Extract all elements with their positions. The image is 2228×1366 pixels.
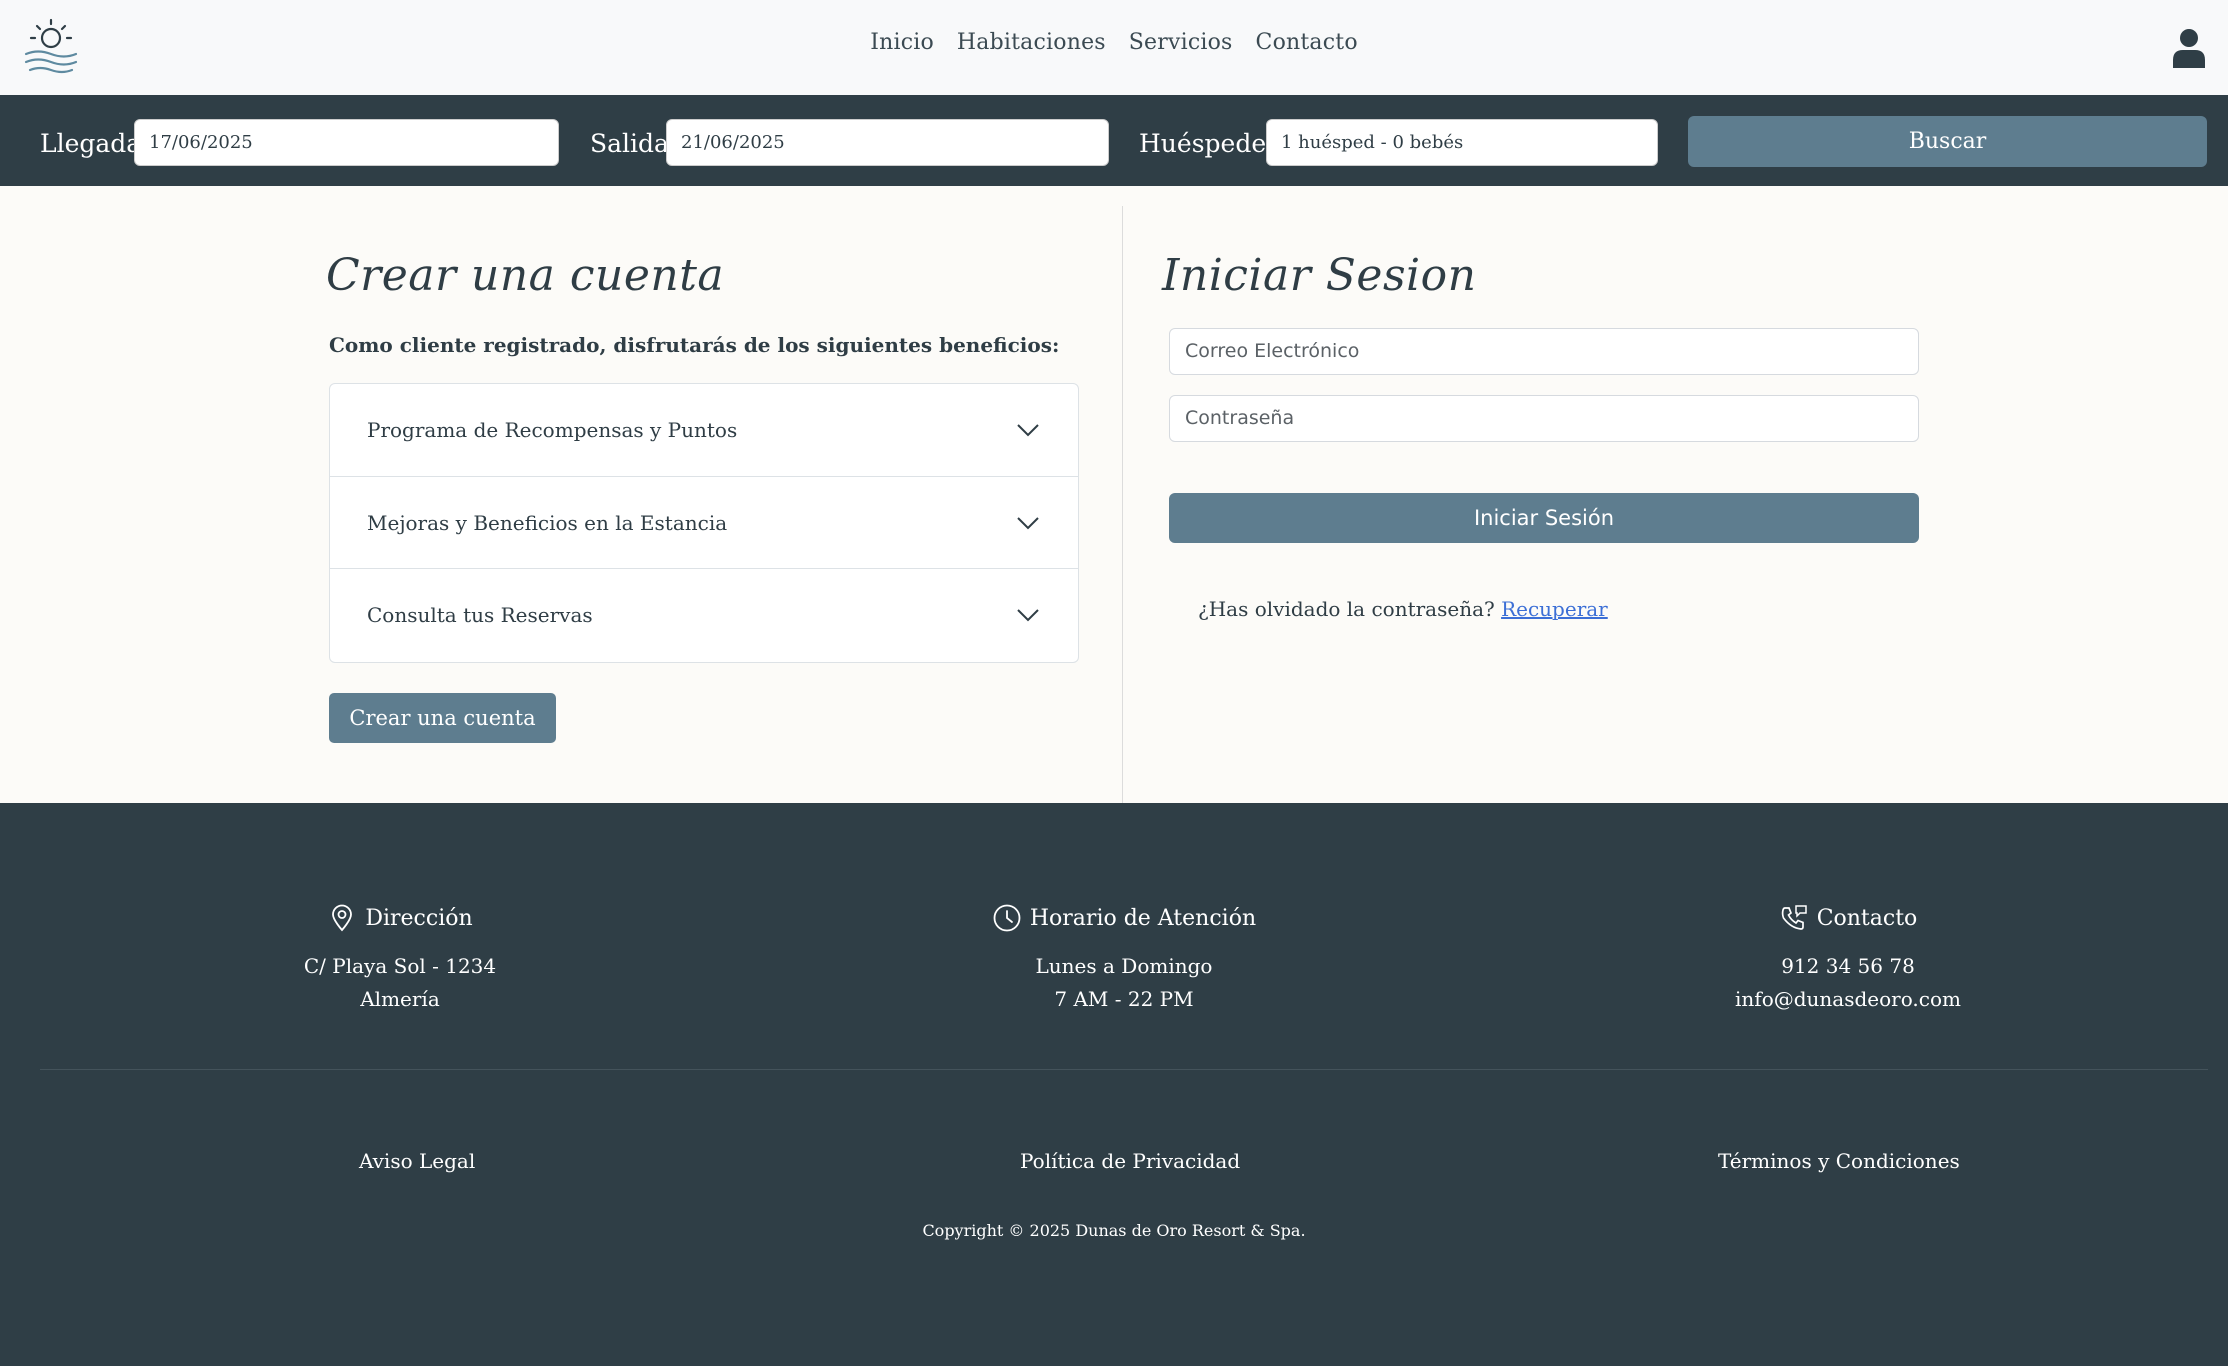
benefits-intro: Como cliente registrado, disfrutarás de … xyxy=(329,333,1060,357)
nav-inicio[interactable]: Inicio xyxy=(870,30,934,55)
hours-line-2: 7 AM - 22 PM xyxy=(1054,987,1194,1011)
accordion-item-label: Mejoras y Beneficios en la Estancia xyxy=(367,510,728,535)
arrival-label: Llegada xyxy=(40,129,142,158)
chevron-down-icon xyxy=(1017,516,1039,529)
privacy-policy-link[interactable]: Política de Privacidad xyxy=(1020,1149,1240,1173)
footer-divider xyxy=(40,1069,2208,1070)
password-field[interactable]: Contraseña xyxy=(1169,395,1919,442)
section-divider xyxy=(1122,206,1123,826)
address-line-2: Almería xyxy=(360,987,440,1011)
accordion-item-label: Consulta tus Reservas xyxy=(367,603,593,627)
main-nav: Inicio Habitaciones Servicios Contacto xyxy=(0,30,2228,55)
create-account-title: Crear una cuenta xyxy=(326,250,725,301)
accordion-item-rewards[interactable]: Programa de Recompensas y Puntos xyxy=(330,384,1078,477)
login-title: Iniciar Sesion xyxy=(1162,250,1477,301)
contact-phone[interactable]: 912 34 56 78 xyxy=(1688,955,2008,978)
benefits-accordion: Programa de Recompensas y Puntos Mejoras… xyxy=(329,383,1079,663)
footer-contact: Contacto 912 34 56 78 info@dunasdeoro.co… xyxy=(1688,903,2008,1011)
nav-servicios[interactable]: Servicios xyxy=(1129,30,1233,55)
chevron-down-icon xyxy=(1017,609,1039,622)
address-line-1: C/ Playa Sol - 1234 xyxy=(303,954,497,978)
hours-title: Horario de Atención xyxy=(1029,905,1257,931)
create-account-button[interactable]: Crear una cuenta xyxy=(329,693,556,743)
legal-notice-link[interactable]: Aviso Legal xyxy=(359,1149,475,1173)
footer-address: Dirección C/ Playa Sol - 1234 Almería xyxy=(260,903,540,1011)
nav-habitaciones[interactable]: Habitaciones xyxy=(957,30,1106,55)
guests-label: Huéspedes xyxy=(1139,129,1279,158)
hours-line-1: Lunes a Domingo xyxy=(1035,954,1213,978)
nav-contacto[interactable]: Contacto xyxy=(1256,30,1358,55)
user-icon[interactable] xyxy=(2172,28,2206,68)
contact-title: Contacto xyxy=(1816,905,1918,931)
login-button[interactable]: Iniciar Sesión xyxy=(1169,493,1919,543)
location-pin-icon xyxy=(332,904,353,932)
departure-label: Salida xyxy=(590,129,669,158)
site-header: Inicio Habitaciones Servicios Contacto xyxy=(0,0,2228,95)
chevron-down-icon xyxy=(1017,424,1039,437)
forgot-password-text: ¿Has olvidado la contraseña? xyxy=(1198,597,1495,621)
terms-link[interactable]: Términos y Condiciones xyxy=(1718,1149,1960,1173)
phone-chat-icon xyxy=(1781,905,1807,930)
guests-select[interactable]: 1 huésped - 0 bebés xyxy=(1266,119,1658,166)
search-button[interactable]: Buscar xyxy=(1688,116,2207,167)
copyright: Copyright © 2025 Dunas de Oro Resort & S… xyxy=(922,1221,1306,1240)
address-title: Dirección xyxy=(365,905,473,931)
forgot-password: ¿Has olvidado la contraseña? Recuperar xyxy=(1198,597,1608,621)
accordion-item-reservations[interactable]: Consulta tus Reservas xyxy=(330,569,1078,662)
site-footer: Dirección C/ Playa Sol - 1234 Almería Ho… xyxy=(0,803,2228,1366)
arrival-date-input[interactable]: 17/06/2025 xyxy=(134,119,559,166)
clock-icon xyxy=(993,904,1021,932)
accordion-item-label: Programa de Recompensas y Puntos xyxy=(367,418,738,442)
email-field[interactable]: Correo Electrónico xyxy=(1169,328,1919,375)
contact-email[interactable]: info@dunasdeoro.com xyxy=(1688,988,2008,1011)
accordion-item-upgrades[interactable]: Mejoras y Beneficios en la Estancia xyxy=(330,477,1078,569)
footer-hours: Horario de Atención Lunes a Domingo 7 AM… xyxy=(964,903,1284,1011)
booking-bar: Llegada 17/06/2025 Salida 21/06/2025 Hué… xyxy=(0,95,2228,186)
departure-date-input[interactable]: 21/06/2025 xyxy=(666,119,1109,166)
recover-link[interactable]: Recuperar xyxy=(1501,597,1608,621)
